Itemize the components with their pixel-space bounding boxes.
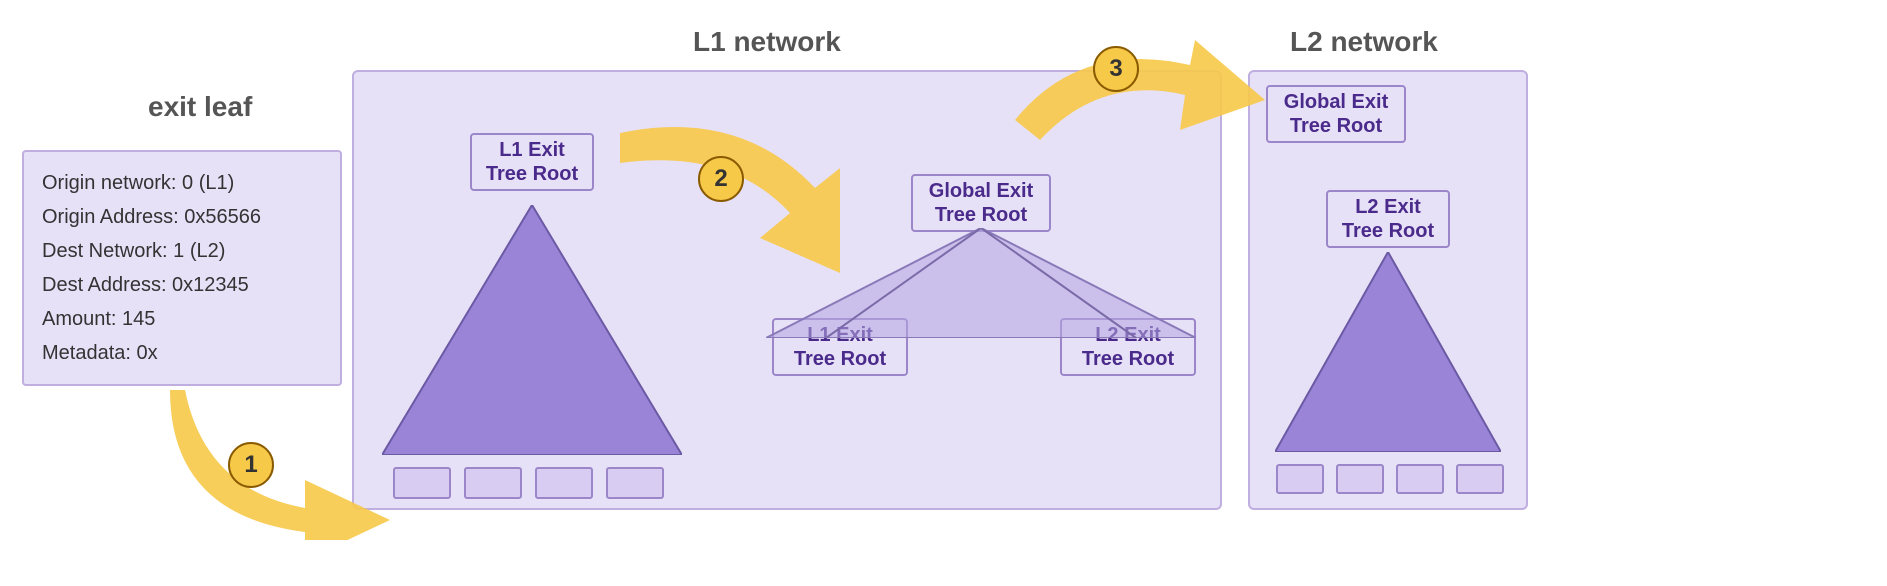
leaf-amount: Amount: 145 [42, 302, 322, 336]
exit-leaf-box: Origin network: 0 (L1) Origin Address: 0… [22, 150, 342, 386]
l2-leaf-slot-2 [1336, 464, 1384, 494]
step-arrow-1 [165, 380, 395, 540]
l2-network-title: L2 network [1290, 26, 1438, 58]
l1-exit-tree-root-box: L1 Exit Tree Root [470, 133, 594, 191]
leaf-origin-network: Origin network: 0 (L1) [42, 166, 322, 200]
step-circle-1: 1 [228, 442, 274, 488]
leaf-dest-network: Dest Network: 1 (L2) [42, 234, 322, 268]
step-circle-3: 3 [1093, 46, 1139, 92]
l1-leaf-slot-1 [393, 467, 451, 499]
l1-network-title: L1 network [693, 26, 841, 58]
l2-global-root-box: Global Exit Tree Root [1266, 85, 1406, 143]
l1-leaf-slot-2 [464, 467, 522, 499]
l2-exit-tree-triangle [1275, 252, 1501, 452]
l1-leaf-slot-3 [535, 467, 593, 499]
exit-leaf-title: exit leaf [148, 91, 252, 123]
global-exit-tree-root-box: Global Exit Tree Root [911, 174, 1051, 232]
leaf-dest-address: Dest Address: 0x12345 [42, 268, 322, 302]
l2-leaf-slot-4 [1456, 464, 1504, 494]
step-arrow-3 [1000, 30, 1270, 160]
leaf-metadata: Metadata: 0x [42, 336, 322, 370]
l2-leaf-slot-1 [1276, 464, 1324, 494]
leaf-origin-address: Origin Address: 0x56566 [42, 200, 322, 234]
l2-leaf-slot-3 [1396, 464, 1444, 494]
step-circle-2: 2 [698, 156, 744, 202]
l1-leaf-slot-4 [606, 467, 664, 499]
l2-exit-tree-root-box: L2 Exit Tree Root [1326, 190, 1450, 248]
step-arrow-2 [600, 118, 880, 288]
